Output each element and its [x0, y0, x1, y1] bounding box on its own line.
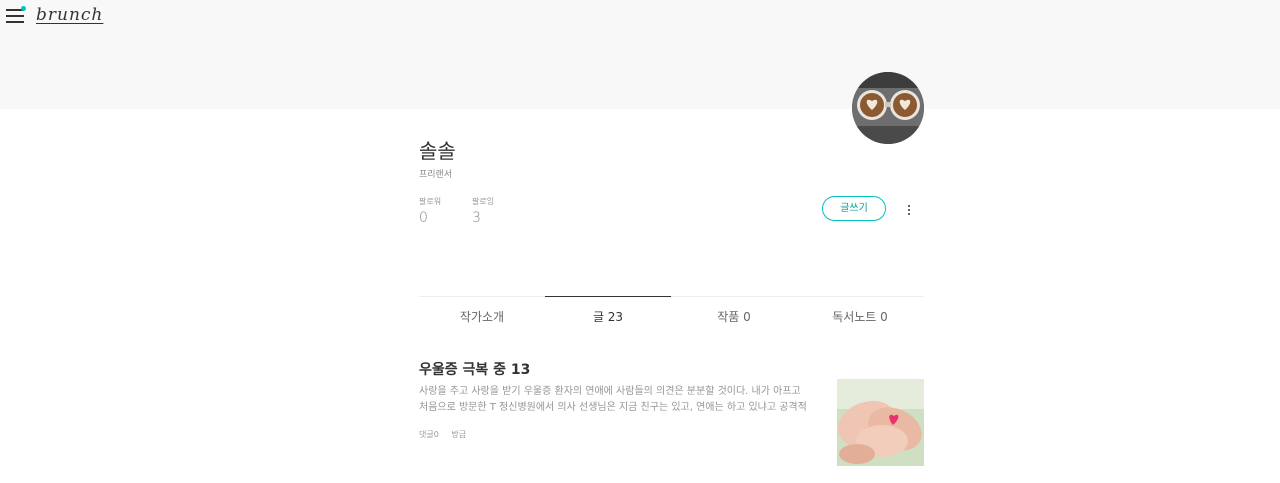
- write-button[interactable]: 글쓰기: [822, 196, 886, 221]
- more-options-icon[interactable]: [904, 203, 914, 217]
- following-stat[interactable]: 팔로잉 3: [472, 196, 494, 226]
- comment-count: 댓글0: [419, 430, 439, 439]
- profile-job: 프리랜서: [419, 170, 453, 180]
- notification-dot: [21, 6, 26, 11]
- article-title[interactable]: 우울증 극복 중 13: [419, 360, 924, 380]
- brunch-logo[interactable]: brunch: [36, 5, 103, 25]
- dot: [908, 209, 910, 211]
- dot: [908, 205, 910, 207]
- article-excerpt-line: 사랑을 주고 사랑을 받기 우울증 환자의 연애에 사람들의 의견은 분분할 것…: [419, 386, 801, 397]
- article-item[interactable]: 우울증 극복 중 13 사랑을 주고 사랑을 받기 우울증 환자의 연애에 사람…: [419, 360, 924, 466]
- tab-author-intro[interactable]: 작가소개: [419, 297, 545, 337]
- tab-reading-notes[interactable]: 독서노트 0: [797, 297, 923, 337]
- following-count: 3: [472, 210, 481, 226]
- followers-label: 팔로워: [419, 197, 442, 206]
- dot: [908, 213, 910, 215]
- profile-cover: [0, 0, 1280, 109]
- tab-works[interactable]: 작품 0: [671, 297, 797, 337]
- hamburger-menu-icon[interactable]: [6, 6, 26, 25]
- menu-bar: [6, 15, 24, 17]
- profile-name: 솔솔: [419, 139, 456, 163]
- article-meta: 댓글0 방금: [419, 429, 476, 440]
- hands-heart-image: [837, 379, 924, 466]
- avatar[interactable]: [852, 72, 924, 144]
- tab-posts[interactable]: 글 23: [545, 296, 671, 337]
- followers-count: 0: [419, 210, 428, 226]
- article-excerpt-line: 처음으로 방문한 T 정신병원에서 의사 선생님은 지금 친구는 있고, 연애는…: [419, 402, 807, 413]
- avatar-latte-image: [852, 72, 924, 144]
- article-excerpt: 사랑을 주고 사랑을 받기 우울증 환자의 연애에 사람들의 의견은 분분할 것…: [419, 384, 819, 416]
- article-thumbnail[interactable]: [837, 379, 924, 466]
- followers-stat[interactable]: 팔로워 0: [419, 196, 441, 226]
- profile-tabs: 작가소개 글 23 작품 0 독서노트 0: [419, 296, 924, 337]
- following-label: 팔로잉: [472, 197, 495, 206]
- menu-bar: [6, 21, 24, 23]
- post-time: 방금: [451, 430, 467, 439]
